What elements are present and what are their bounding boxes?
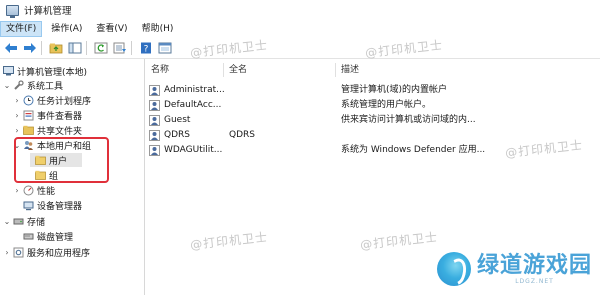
forward-arrow-icon[interactable] [22, 40, 38, 56]
chevron-down-icon[interactable]: ⌄ [2, 214, 12, 228]
column-divider[interactable] [223, 63, 224, 77]
menu-action[interactable]: 操作(A) [46, 21, 87, 37]
cell-fullname [229, 143, 329, 158]
cell-fullname [229, 113, 329, 128]
up-folder-icon[interactable] [48, 40, 64, 56]
clock-icon [22, 95, 34, 106]
navigation-tree: 计算机管理(本地) ⌄ 系统工具 › 任务计划程序 › 事件查看器 › 共享文件… [0, 59, 145, 295]
tree-label: 共享文件夹 [37, 126, 83, 137]
tree-item-disk-management[interactable]: 磁盘管理 [22, 229, 73, 243]
tree-label: 设备管理器 [37, 201, 83, 212]
device-manager-icon [22, 200, 34, 211]
tree-item-performance[interactable]: › 性能 [12, 183, 55, 197]
storage-icon [12, 216, 24, 227]
cell-description: 系统为 Windows Defender 应用... [341, 145, 486, 155]
window-title: 计算机管理 [24, 6, 72, 17]
column-header-name[interactable]: 名称 [151, 63, 169, 77]
chevron-right-icon[interactable]: › [12, 93, 22, 107]
title-bar: 计算机管理 [0, 0, 600, 20]
services-icon [12, 247, 24, 258]
table-row[interactable]: Administrat... 管理计算机(域)的内置帐户 [145, 83, 600, 98]
computer-management-icon [2, 66, 14, 77]
cell-name: WDAGUtilit... [164, 145, 223, 155]
chevron-right-icon[interactable]: › [12, 123, 22, 137]
chevron-right-icon[interactable]: › [2, 245, 12, 259]
tree-item-event-viewer[interactable]: › 事件查看器 [12, 108, 82, 122]
toolbar-separator [41, 41, 42, 55]
cell-description: 管理计算机(域)的内置帐户 [341, 85, 448, 95]
tree-item-services-apps[interactable]: › 服务和应用程序 [2, 245, 90, 259]
tree-label: 任务计划程序 [37, 96, 92, 107]
shared-folder-icon [22, 125, 34, 136]
table-row[interactable]: DefaultAcc... 系统管理的用户帐户。 [145, 98, 600, 113]
toolbar-separator [86, 41, 87, 55]
cell-name: QDRS [164, 130, 190, 140]
svg-text:?: ? [144, 45, 149, 55]
cell-name: Administrat... [164, 85, 224, 95]
performance-icon [22, 185, 34, 196]
menu-view[interactable]: 查看(V) [91, 21, 132, 37]
event-viewer-icon [22, 110, 34, 121]
properties-icon[interactable] [157, 40, 173, 56]
chevron-right-icon[interactable]: › [12, 108, 22, 122]
user-account-icon [149, 115, 160, 126]
user-account-icon [149, 85, 160, 96]
help-icon[interactable]: ? [138, 40, 154, 56]
menu-file[interactable]: 文件(F) [0, 21, 43, 37]
menu-bar: 文件(F) 操作(A) 查看(V) 帮助(H) [0, 20, 600, 38]
chevron-right-icon[interactable]: › [12, 183, 22, 197]
tree-label: 事件查看器 [37, 111, 83, 122]
show-hide-tree-icon[interactable] [67, 40, 83, 56]
tree-label: 性能 [37, 186, 56, 197]
user-account-icon [149, 145, 160, 156]
disk-icon [22, 231, 34, 242]
back-arrow-icon[interactable] [3, 40, 19, 56]
column-header-fullname[interactable]: 全名 [229, 63, 247, 77]
cell-fullname [229, 83, 329, 98]
tree-item-device-manager[interactable]: 设备管理器 [22, 198, 82, 212]
brand-logo-icon [436, 252, 471, 286]
tree-item-shared-folders[interactable]: › 共享文件夹 [12, 123, 82, 137]
user-account-icon [149, 100, 160, 111]
toolbar-separator [131, 41, 132, 55]
cell-fullname: QDRS [229, 130, 255, 140]
tree-label: 计算机管理(本地) [17, 67, 88, 78]
user-account-icon [149, 130, 160, 141]
tree-label: 系统工具 [27, 81, 64, 92]
cell-name: Guest [164, 115, 191, 125]
cell-fullname [229, 98, 329, 113]
tree-item-root[interactable]: 计算机管理(本地) [2, 64, 87, 78]
brand-name: 绿道游戏园 [476, 252, 592, 278]
refresh-icon[interactable] [93, 40, 109, 56]
column-header-description[interactable]: 描述 [341, 63, 359, 77]
tree-item-task-scheduler[interactable]: › 任务计划程序 [12, 93, 91, 107]
site-brand: 绿道游戏园 LDGZ.NET [436, 249, 592, 289]
tree-label: 磁盘管理 [37, 232, 74, 243]
cell-description: 供来宾访问计算机或访问域的内... [341, 115, 476, 125]
tree-item-system-tools[interactable]: ⌄ 系统工具 [2, 78, 63, 92]
highlight-annotation [14, 137, 109, 183]
toolbar: ? [0, 38, 600, 59]
cell-description: 系统管理的用户帐户。 [341, 100, 432, 110]
tools-icon [12, 79, 24, 91]
chevron-down-icon[interactable]: ⌄ [2, 78, 12, 92]
tree-label: 服务和应用程序 [27, 248, 91, 259]
menu-help[interactable]: 帮助(H) [137, 21, 179, 37]
brand-text-group: 绿道游戏园 LDGZ.NET [476, 252, 592, 285]
computer-management-icon [6, 4, 19, 18]
cell-name: DefaultAcc... [164, 100, 222, 110]
brand-domain: LDGZ.NET [515, 277, 554, 285]
tree-label: 存储 [27, 217, 46, 228]
cell-description [341, 128, 511, 143]
table-row[interactable]: Guest 供来宾访问计算机或访问域的内... [145, 113, 600, 128]
tree-item-storage[interactable]: ⌄ 存储 [2, 214, 45, 228]
column-divider[interactable] [335, 63, 336, 77]
export-list-icon[interactable] [112, 40, 128, 56]
